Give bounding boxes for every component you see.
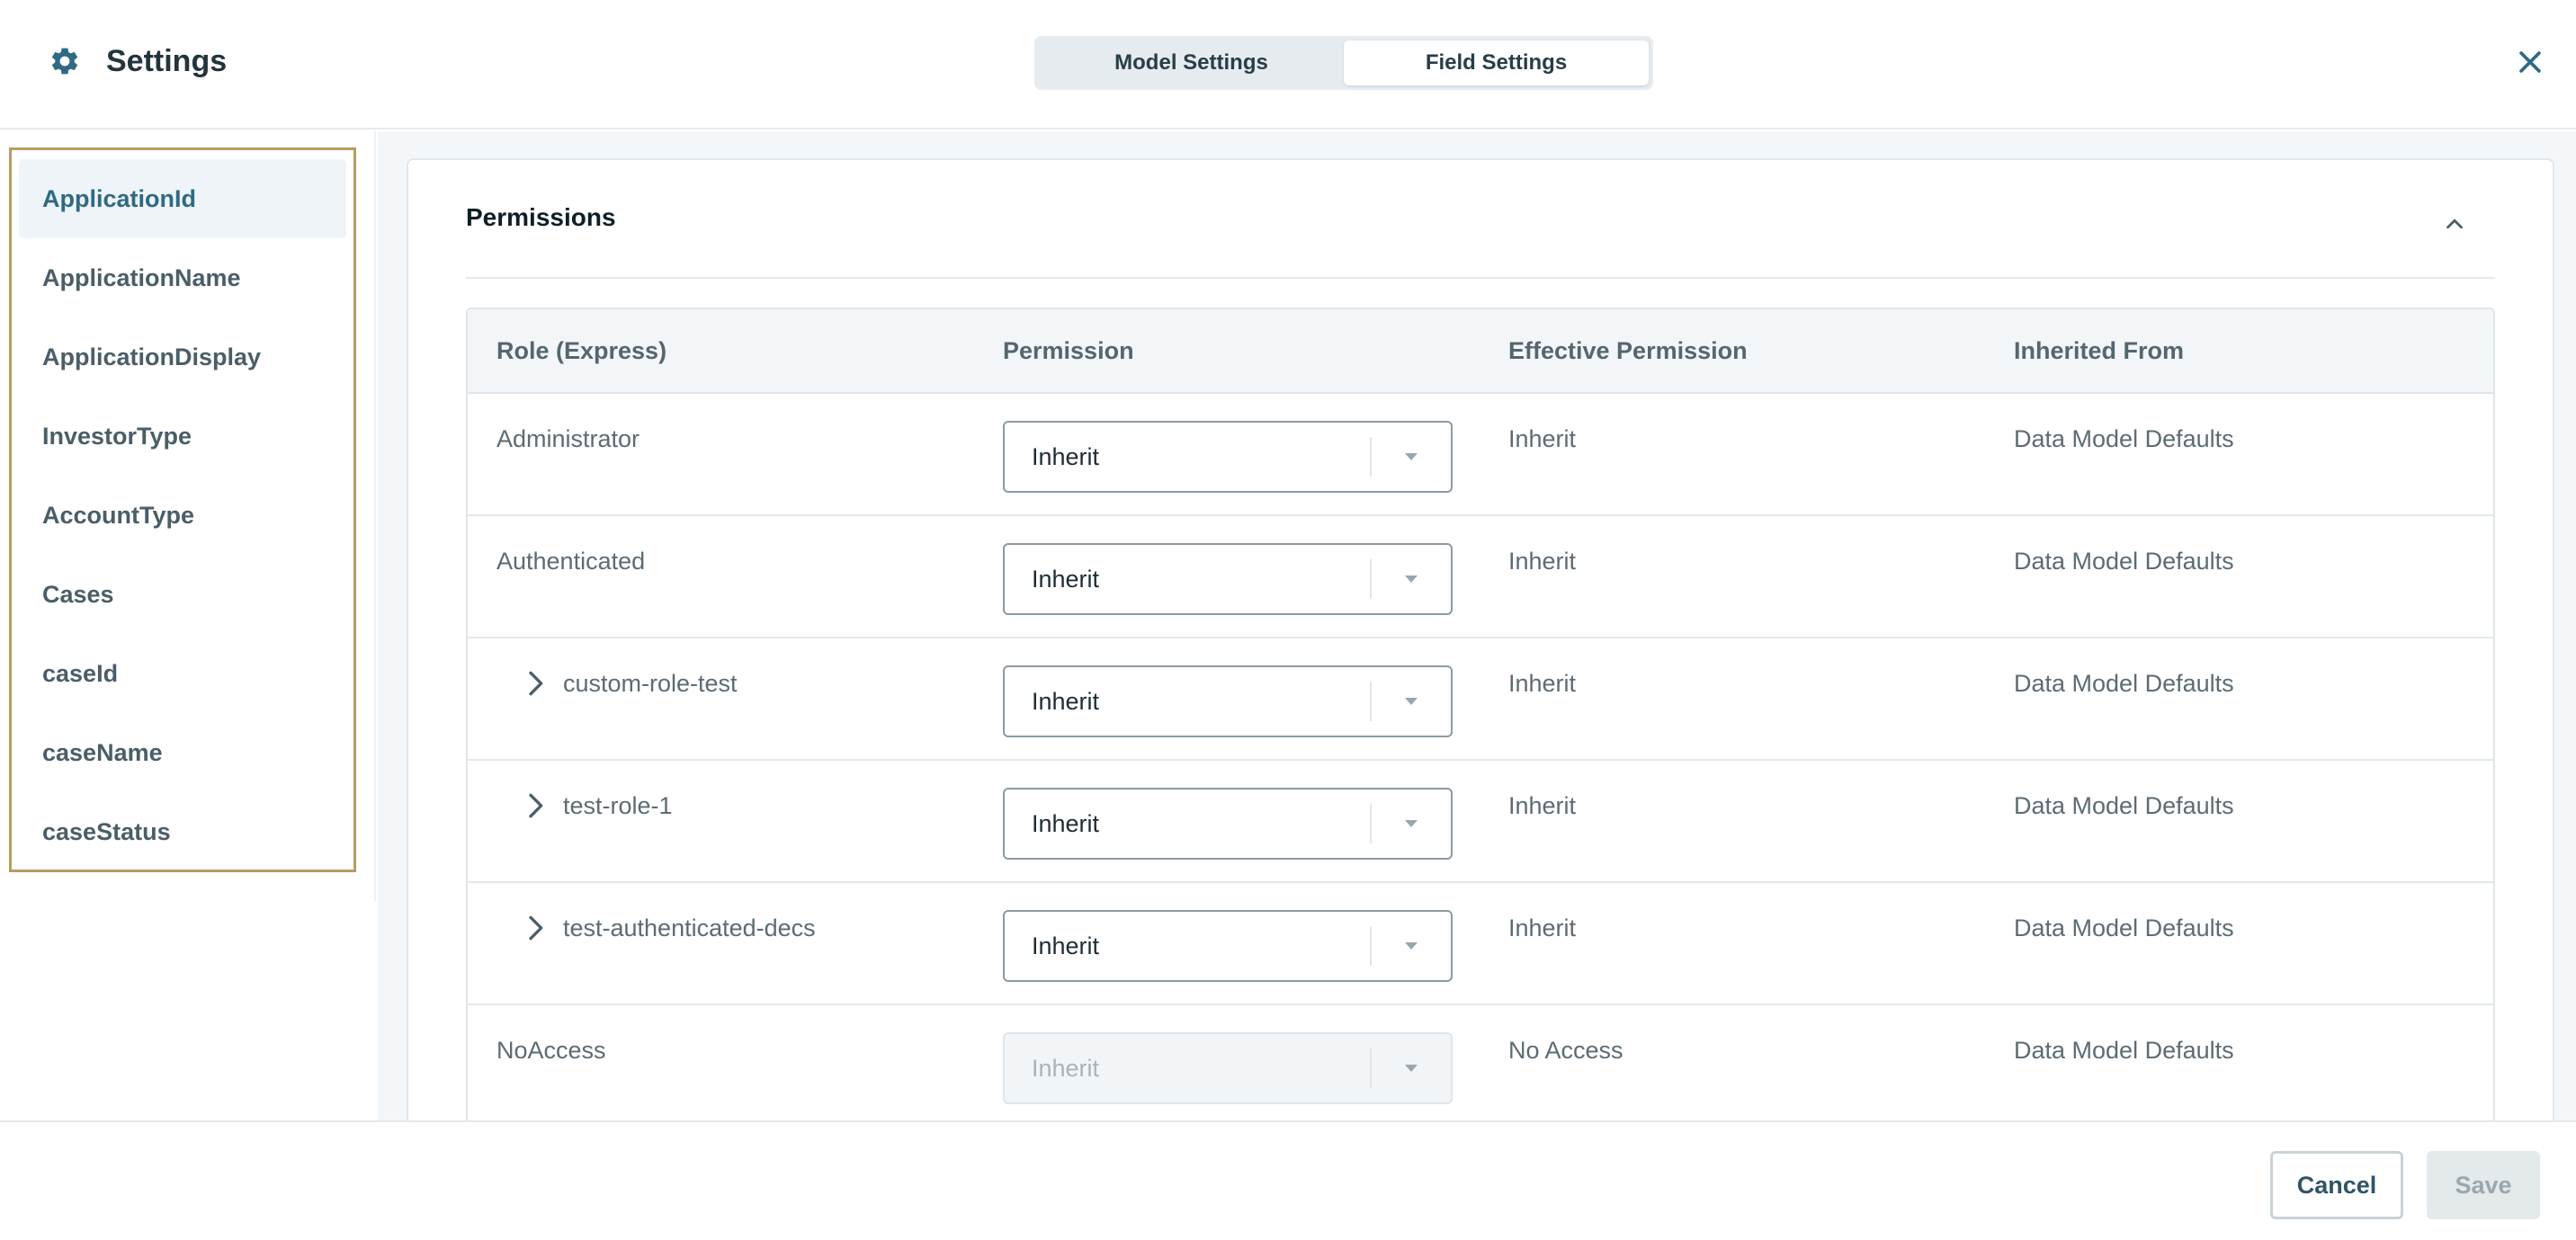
inherited-from: Data Model Defaults bbox=[2014, 914, 2234, 941]
inherited-from: Data Model Defaults bbox=[2014, 1037, 2234, 1064]
permission-select: Inherit bbox=[1003, 1032, 1453, 1104]
effective-permission: Inherit bbox=[1508, 914, 1577, 941]
cancel-button[interactable]: Cancel bbox=[2270, 1151, 2403, 1219]
effective-permission: Inherit bbox=[1508, 670, 1577, 697]
table-row: Administrator Inherit Inherit Data Model… bbox=[468, 394, 2493, 516]
section-title: Permissions bbox=[466, 203, 616, 231]
sidebar-item-applicationname[interactable]: ApplicationName bbox=[19, 238, 346, 317]
page-title: Settings bbox=[106, 44, 228, 78]
permission-select[interactable]: Inherit bbox=[1003, 543, 1453, 615]
caret-down-icon bbox=[1372, 818, 1451, 829]
sidebar-item-caseid[interactable]: caseId bbox=[19, 634, 346, 713]
permission-value: Inherit bbox=[1032, 932, 1100, 959]
column-header-permission: Permission bbox=[1003, 336, 1134, 364]
role-name: Administrator bbox=[496, 425, 640, 452]
column-header-inherited-from: Inherited From bbox=[2014, 336, 2185, 364]
effective-permission: Inherit bbox=[1508, 548, 1577, 575]
divider bbox=[466, 277, 2495, 279]
role-cell: custom-role-test bbox=[525, 667, 738, 700]
permissions-card: Permissions Role (Express) Permission Ef… bbox=[407, 158, 2554, 1147]
permission-value: Inherit bbox=[1032, 565, 1100, 593]
caret-down-icon bbox=[1372, 941, 1451, 951]
permission-select[interactable]: Inherit bbox=[1003, 788, 1453, 860]
inherited-from: Data Model Defaults bbox=[2014, 425, 2234, 452]
table-row: Authenticated Inherit Inherit Data Model… bbox=[468, 516, 2493, 638]
permission-value: Inherit bbox=[1032, 442, 1100, 470]
effective-permission: No Access bbox=[1508, 1037, 1623, 1064]
sidebar-item-cases[interactable]: Cases bbox=[19, 555, 346, 634]
caret-down-icon bbox=[1372, 574, 1451, 584]
inherited-from: Data Model Defaults bbox=[2014, 548, 2234, 575]
caret-down-icon bbox=[1372, 451, 1451, 462]
caret-down-icon bbox=[1372, 696, 1451, 707]
permission-select[interactable]: Inherit bbox=[1003, 421, 1453, 493]
sidebar-item-applicationdisplay[interactable]: ApplicationDisplay bbox=[19, 317, 346, 397]
column-header-role: Role (Express) bbox=[496, 336, 667, 364]
settings-header: Settings Model Settings Field Settings bbox=[0, 0, 2576, 129]
sidebar-item-casestatus[interactable]: caseStatus bbox=[19, 792, 346, 871]
gear-icon bbox=[51, 48, 78, 75]
chevron-right-icon[interactable] bbox=[525, 670, 545, 697]
inherited-from: Data Model Defaults bbox=[2014, 670, 2234, 697]
footer: Cancel Save bbox=[0, 1120, 2576, 1240]
table-row: NoAccess Inherit No Access Data Model De… bbox=[468, 1005, 2493, 1128]
tab-model-settings[interactable]: Model Settings bbox=[1039, 40, 1344, 85]
save-button[interactable]: Save bbox=[2427, 1151, 2540, 1219]
effective-permission: Inherit bbox=[1508, 792, 1577, 819]
caret-down-icon bbox=[1372, 1063, 1451, 1074]
sidebar-item-applicationid[interactable]: ApplicationId bbox=[19, 159, 346, 238]
role-name: NoAccess bbox=[496, 1037, 606, 1064]
table-row: custom-role-test Inherit Inherit Data Mo… bbox=[468, 638, 2493, 761]
role-name: test-role-1 bbox=[563, 792, 673, 819]
table-row: test-role-1 Inherit Inherit Data Model D… bbox=[468, 761, 2493, 883]
column-header-effective-permission: Effective Permission bbox=[1508, 336, 1748, 364]
permission-value: Inherit bbox=[1032, 1054, 1100, 1082]
permissions-table: Role (Express) Permission Effective Perm… bbox=[466, 308, 2495, 1129]
field-list: ApplicationId ApplicationName Applicatio… bbox=[9, 147, 356, 872]
role-name: test-authenticated-decs bbox=[563, 914, 816, 941]
permission-select[interactable]: Inherit bbox=[1003, 910, 1453, 982]
tab-field-settings[interactable]: Field Settings bbox=[1344, 40, 1649, 85]
permission-select[interactable]: Inherit bbox=[1003, 665, 1453, 737]
sidebar-item-accounttype[interactable]: AccountType bbox=[19, 476, 346, 555]
chevron-up-icon[interactable] bbox=[2441, 210, 2468, 237]
close-icon[interactable] bbox=[2515, 47, 2545, 77]
permission-value: Inherit bbox=[1032, 809, 1100, 837]
chevron-right-icon[interactable] bbox=[525, 914, 545, 941]
role-cell: test-authenticated-decs bbox=[525, 912, 816, 944]
chevron-right-icon[interactable] bbox=[525, 792, 545, 819]
inherited-from: Data Model Defaults bbox=[2014, 792, 2234, 819]
sidebar-item-casename[interactable]: caseName bbox=[19, 713, 346, 792]
role-name: Authenticated bbox=[496, 548, 646, 575]
role-name: custom-role-test bbox=[563, 670, 738, 697]
permission-value: Inherit bbox=[1032, 687, 1100, 715]
sidebar-item-investortype[interactable]: InvestorType bbox=[19, 397, 346, 476]
role-cell: test-role-1 bbox=[525, 789, 673, 822]
effective-permission: Inherit bbox=[1508, 425, 1577, 452]
table-row: test-authenticated-decs Inherit Inherit … bbox=[468, 883, 2493, 1005]
settings-tabs: Model Settings Field Settings bbox=[1034, 36, 1653, 90]
table-header: Role (Express) Permission Effective Perm… bbox=[468, 309, 2493, 394]
